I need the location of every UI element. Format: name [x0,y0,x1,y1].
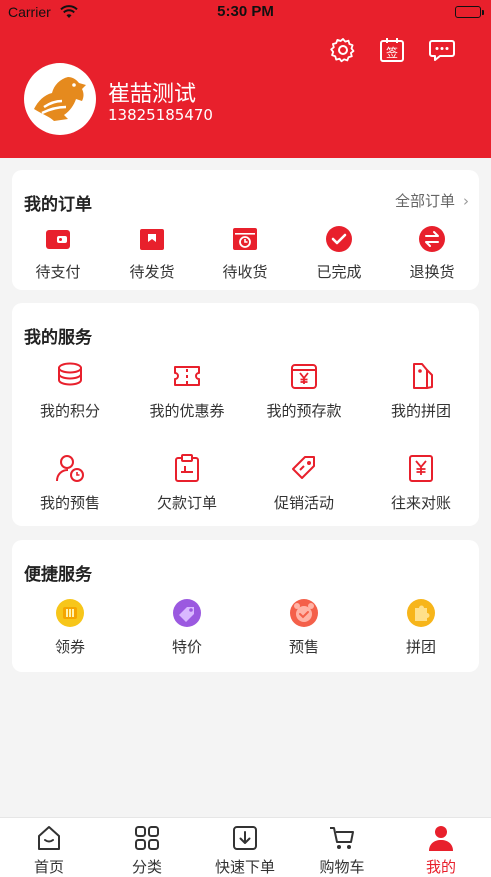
package-icon [140,229,164,250]
horse-logo-icon [34,77,86,121]
quick-order-icon [233,826,257,850]
deposit-yen-icon [291,364,317,389]
quick-label: 预售 [288,638,319,656]
profile-header: Carrier 5:30 PM 签 崔喆测试 13825185470 [0,0,491,158]
delivery-clock-icon [233,228,257,250]
service-group-buy[interactable]: 我的拼团 [366,361,476,421]
home-icon [38,826,60,850]
service-label: 我的预存款 [266,402,342,420]
user-name[interactable]: 崔喆测试 [108,76,196,108]
message-icon[interactable] [428,36,456,64]
service-deposit[interactable]: 我的预存款 [249,361,359,421]
service-label: 欠款订单 [156,494,217,512]
cart-icon [330,827,354,849]
clock-label: 5:30 PM [217,3,274,20]
order-completed[interactable]: 已完成 [299,225,379,282]
service-presale[interactable]: 我的预售 [15,453,125,513]
order-item-label: 待收货 [222,263,268,281]
group-puzzle-icon [407,599,435,627]
tab-label: 快速下单 [214,858,275,876]
debt-clipboard-icon [175,454,199,482]
tab-home[interactable]: 首页 [4,824,94,877]
quick-services-title: 便捷服务 [24,565,92,585]
quick-label: 特价 [171,638,202,656]
order-item-label: 已完成 [316,263,362,281]
service-label: 我的优惠券 [149,402,225,420]
user-phone: 13825185470 [108,106,213,124]
sign-in-calendar-icon[interactable]: 签 [378,36,406,64]
chevron-right-icon: › [463,192,469,210]
quick-coupon[interactable]: 领券 [30,598,110,657]
service-promotions[interactable]: 促销活动 [249,453,359,513]
battery-icon [455,6,484,18]
order-returns[interactable]: 退换货 [392,225,472,282]
service-label: 我的积分 [39,402,100,420]
exchange-icon [419,226,445,252]
tab-label: 首页 [33,858,64,876]
quick-services-card: 便捷服务 领券 特价 预售 拼团 [12,540,479,672]
category-grid-icon [135,826,159,850]
all-orders-link[interactable]: 全部订单 › [395,190,469,211]
service-coupons[interactable]: 我的优惠券 [132,361,242,421]
avatar[interactable] [24,63,96,135]
tab-label: 我的 [425,858,456,876]
tab-quick-order[interactable]: 快速下单 [200,824,290,877]
service-points[interactable]: 我的积分 [15,361,125,421]
coupon-badge-icon [56,599,84,627]
order-to-ship[interactable]: 待发货 [112,225,192,282]
presale-user-clock-icon [56,455,84,482]
quick-presale[interactable]: 预售 [264,598,344,657]
services-title: 我的服务 [24,328,92,348]
order-item-label: 待发货 [129,263,175,281]
orders-card: 我的订单 全部订单 › 待支付 待发货 待收货 已完成 退换货 [12,170,479,290]
gear-icon[interactable] [329,36,357,64]
bottom-tab-bar: 首页 分类 快速下单 购物车 我的 [0,817,491,877]
tab-profile[interactable]: 我的 [396,824,486,877]
status-bar: Carrier 5:30 PM [0,0,491,26]
order-item-label: 待支付 [35,263,81,281]
service-reconciliation[interactable]: 往来对账 [366,453,476,513]
service-label: 我的拼团 [390,402,451,420]
special-price-icon [173,599,201,627]
tab-cart[interactable]: 购物车 [297,824,387,877]
quick-label: 领券 [54,638,85,656]
all-orders-label: 全部订单 [394,192,455,210]
order-pending-payment[interactable]: 待支付 [18,225,98,282]
tab-label: 分类 [131,858,162,876]
promo-tag-icon [292,456,315,479]
presale-alarm-icon [290,599,318,627]
group-tag-icon [413,363,433,389]
tab-label: 购物车 [319,858,365,876]
orders-title: 我的订单 [24,195,92,215]
service-label: 往来对账 [390,494,451,512]
reconcile-yen-icon [409,455,433,482]
tab-category[interactable]: 分类 [102,824,192,877]
service-label: 我的预售 [39,494,100,512]
order-item-label: 退换货 [409,263,455,281]
quick-special-price[interactable]: 特价 [147,598,227,657]
points-coins-icon [58,362,82,386]
services-card: 我的服务 我的积分 我的优惠券 我的预存款 我的拼团 我的预售 欠款订单 促销活… [12,303,479,526]
wallet-icon [46,230,70,249]
service-debt-orders[interactable]: 欠款订单 [132,453,242,513]
coupon-icon [174,366,200,386]
sign-glyph: 签 [386,45,398,60]
service-label: 促销活动 [273,494,334,512]
quick-group-buy[interactable]: 拼团 [381,598,461,657]
order-to-receive[interactable]: 待收货 [205,225,285,282]
quick-label: 拼团 [405,638,436,656]
check-circle-icon [326,226,352,252]
profile-icon [429,826,453,851]
